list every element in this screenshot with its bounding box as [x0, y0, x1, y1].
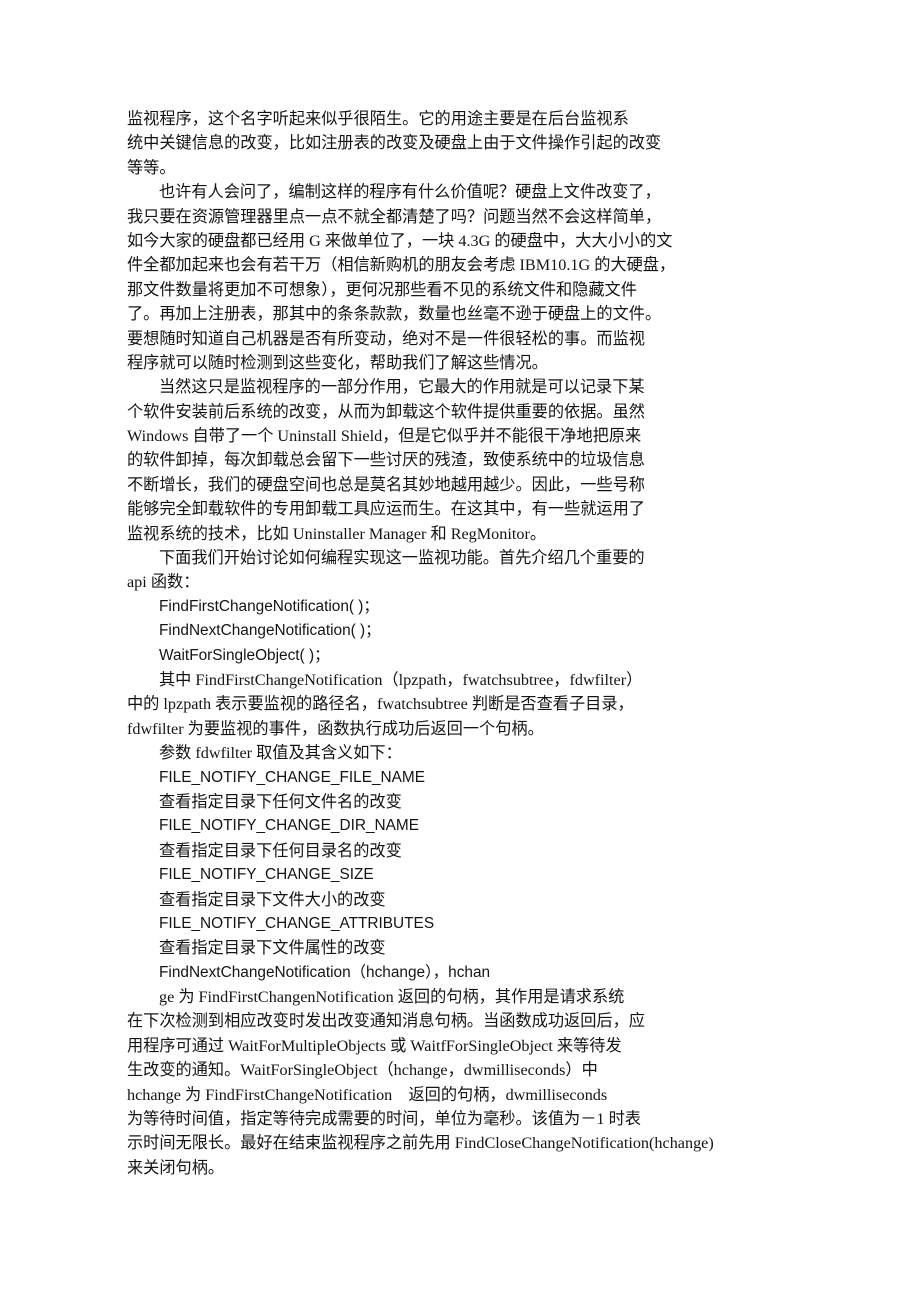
text-line: 如今大家的硬盘都已经用 G 来做单位了，一块 4.3G 的硬盘中，大大小小的文 [127, 231, 673, 250]
text-line: FILE_NOTIFY_CHANGE_DIR_NAME [159, 817, 419, 835]
text-line: hchange 为 FindFirstChangeNotification 返回… [127, 1085, 608, 1104]
text-line: 监视系统的技术，比如 Uninstaller Manager 和 RegMoni… [127, 524, 547, 543]
text-line: 查看指定目录下任何文件名的改变 [159, 792, 402, 811]
text-line: fdwfilter 为要监视的事件，函数执行成功后返回一个句柄。 [127, 719, 544, 738]
text-line: Windows 自带了一个 Uninstall Shield，但是它似乎并不能很… [127, 427, 642, 446]
text-line: 参数 fdwfilter 取值及其含义如下： [159, 744, 402, 763]
text-line: 生改变的通知。WaitForSingleObject（hchange，dwmil… [127, 1061, 598, 1080]
text-line: 查看指定目录下文件属性的改变 [159, 939, 386, 958]
text-line: 程序就可以随时检测到这些变化，帮助我们了解这些情况。 [127, 353, 548, 372]
text-line: 的软件卸掉，每次卸载总会留下一些讨厌的残渣，致使系统中的垃圾信息 [127, 451, 645, 470]
text-line: 不断增长，我们的硬盘空间也总是莫名其妙地越用越少。因此，一些号称 [127, 475, 645, 494]
text-line: 查看指定目录下文件大小的改变 [159, 890, 386, 909]
text-line: 监视程序，这个名字听起来似乎很陌生。它的用途主要是在后台监视系 [127, 110, 629, 128]
text-line: 查看指定目录下任何目录名的改变 [159, 841, 402, 860]
text-line: 等等。 [127, 158, 176, 177]
text-line: 当然这只是监视程序的一部分作用，它最大的作用就是可以记录下某 [159, 378, 645, 397]
text-line: 我只要在资源管理器里点一点不就全都清楚了吗？问题当然不会这样简单， [127, 207, 662, 226]
text-line: 能够完全卸载软件的专用卸载工具应运而生。在这其中，有一些就运用了 [127, 500, 645, 519]
document-page: 监视程序，这个名字听起来似乎很陌生。它的用途主要是在后台监视系统中关键信息的改变… [0, 0, 920, 1302]
text-line: 要想随时知道自己机器是否有所变动，绝对不是一件很轻松的事。而监视 [127, 329, 645, 348]
text-line: 了。再加上注册表，那其中的条条款款，数量也丝毫不逊于硬盘上的文件。 [127, 305, 662, 324]
text-line: WaitForSingleObject( )； [159, 646, 330, 664]
document-text-body: 监视程序，这个名字听起来似乎很陌生。它的用途主要是在后台监视系统中关键信息的改变… [127, 107, 745, 1180]
text-line: 示时间无限长。最好在结束监视程序之前先用 FindCloseChangeNoti… [127, 1134, 714, 1153]
text-line: FILE_NOTIFY_CHANGE_SIZE [159, 866, 374, 884]
text-line: 为等待时间值，指定等待完成需要的时间，单位为毫秒。该值为－1 时表 [127, 1110, 641, 1129]
text-line: FindNextChangeNotification（hchange），hcha… [159, 963, 491, 981]
text-line: FindNextChangeNotification( )； [159, 622, 381, 640]
text-line: 也许有人会问了，编制这样的程序有什么价值呢？硬盘上文件改变了， [159, 183, 661, 202]
text-line: 个软件安装前后系统的改变，从而为卸载这个软件提供重要的依据。虽然 [127, 402, 645, 421]
text-line: 中的 lpzpath 表示要监视的路径名，fwatchsubtree 判断是否查… [127, 695, 634, 714]
text-line: 用程序可通过 WaitForMultipleObjects 或 WaitfFor… [127, 1036, 622, 1055]
text-line: FILE_NOTIFY_CHANGE_ATTRIBUTES [159, 914, 435, 932]
text-line: FindFirstChangeNotification( )； [159, 597, 379, 615]
text-line: 统中关键信息的改变，比如注册表的改变及硬盘上由于文件操作引起的改变 [127, 134, 662, 153]
text-line: 件全都加起来也会有若干万（相信新购机的朋友会考虑 IBM10.1G 的大硬盘， [127, 256, 676, 275]
text-line: ge 为 FindFirstChangenNotification 返回的句柄，… [159, 988, 625, 1007]
text-line: api 函数： [127, 573, 200, 592]
text-line: 其中 FindFirstChangeNotification（lpzpath，f… [159, 670, 643, 689]
text-line: FILE_NOTIFY_CHANGE_FILE_NAME [159, 768, 425, 786]
text-line: 在下次检测到相应改变时发出改变通知消息句柄。当函数成功返回后，应 [127, 1012, 645, 1031]
text-line: 那文件数量将更加不可想象），更何况那些看不见的系统文件和隐藏文件 [127, 280, 637, 299]
text-line: 来关闭句柄。 [127, 1158, 225, 1177]
text-line: 下面我们开始讨论如何编程实现这一监视功能。首先介绍几个重要的 [159, 549, 645, 568]
